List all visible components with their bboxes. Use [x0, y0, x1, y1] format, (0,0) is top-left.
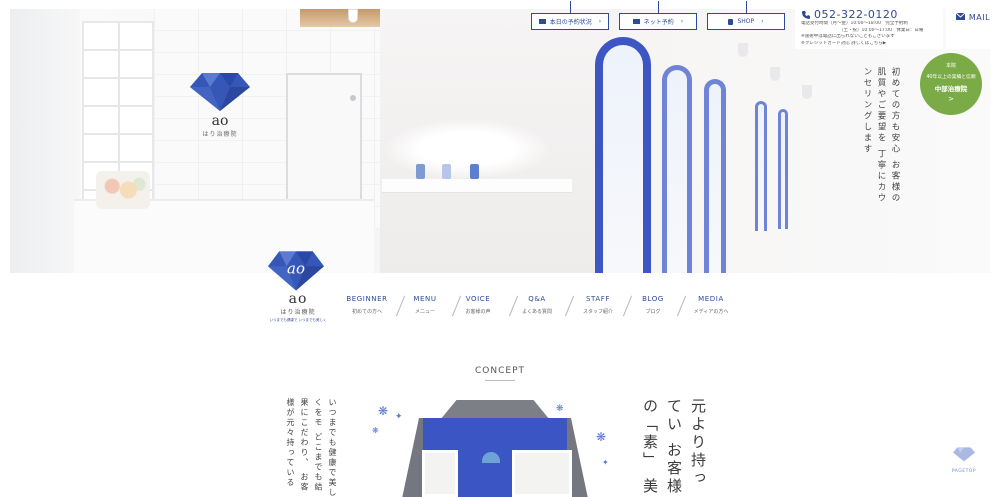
concept-heading: CONCEPT: [475, 366, 525, 376]
button-stem: [570, 1, 571, 14]
hero-pendant-lamp: [770, 67, 780, 81]
reservation-status-button[interactable]: 本日の予約状況 ›: [531, 1, 609, 30]
badge-label-sub: 40年以上の実績と信頼: [926, 75, 976, 80]
sparkle-icon: ❋: [596, 430, 607, 444]
hero-product-item: [416, 164, 425, 179]
pagetop-label: PAGETOP: [951, 469, 977, 474]
hero-product-item: [442, 164, 451, 179]
chevron-right-icon: >: [948, 95, 954, 103]
hero-reception-counter: [74, 199, 374, 273]
hero-ledge: [382, 179, 572, 193]
sparkle-icon: ❋: [372, 426, 379, 435]
pagetop-button[interactable]: PAGETOP: [949, 446, 979, 474]
nav-item-jp: スタッフ紹介: [582, 309, 613, 315]
hero-arch: [755, 101, 767, 231]
nav-item-staff[interactable]: STAFF スタッフ紹介: [570, 295, 626, 315]
chevron-right-icon: ›: [761, 18, 764, 25]
hero-left-wall: [10, 9, 80, 273]
nav-item-en: MENU: [413, 295, 437, 303]
lobby-logo-name: ao: [211, 113, 229, 129]
hero-product-item: [470, 164, 479, 179]
building-roof: [440, 400, 550, 420]
nav-item-en: MEDIA: [698, 295, 724, 303]
badge-label-top: 本院: [945, 63, 956, 69]
lock-icon: [728, 18, 734, 25]
hero-arch: [662, 65, 692, 273]
nav-item-jp: ブログ: [645, 309, 661, 315]
building-awning: [482, 452, 500, 463]
nav-item-jp: お客様の声: [465, 309, 491, 315]
logo-diamond-icon: ao: [268, 249, 328, 291]
phone-icon: [802, 10, 810, 19]
nav-item-blog[interactable]: BLOG ブログ: [625, 295, 681, 315]
shop-button[interactable]: SHOP ›: [707, 1, 785, 30]
global-nav: BEGINNER 初めての方へ MENU メニュー VOICE お客様の声 Q&…: [0, 295, 1000, 319]
hero-arch: [595, 37, 651, 273]
site-logo[interactable]: ao ao はり治療院 いつまでも健康で いつまでも美しく: [268, 249, 328, 339]
hero-doorknob: [350, 95, 356, 101]
hero-arch: [778, 109, 788, 229]
laptop-icon: [632, 19, 640, 24]
reservation-status-label: 本日の予約状況: [549, 19, 592, 26]
pagetop-diamond-icon: [953, 447, 975, 462]
phone-number-text: 052-322-0120: [814, 8, 898, 21]
main-clinic-badge[interactable]: 本院 40年以上の実績と信頼 中部治療院 >: [920, 53, 982, 115]
sparkle-icon: ✦: [395, 412, 403, 422]
nav-item-en: STAFF: [585, 295, 611, 303]
nav-item-jp: 初めての方へ: [351, 309, 382, 315]
button-stem: [658, 1, 659, 14]
nav-item-media[interactable]: MEDIA メディアの方へ: [683, 295, 739, 315]
mail-button[interactable]: MAIL: [946, 5, 1000, 49]
net-reservation-button[interactable]: ネット予約 ›: [619, 1, 697, 30]
badge-clinic-name: 中部治療院: [934, 85, 968, 93]
page: { "header": { "buttons": [ {"label": "本日…: [0, 0, 1000, 497]
hero-flowers: [96, 171, 150, 209]
hero-pendant-lamp: [738, 43, 748, 57]
chevron-right-icon: ›: [598, 18, 602, 25]
mail-icon: [955, 13, 965, 20]
net-reservation-label: ネット予約: [643, 19, 674, 26]
nav-item-voice[interactable]: VOICE お客様の声: [450, 295, 506, 315]
concept-divider: [485, 380, 515, 381]
shop-label: SHOP: [737, 18, 755, 25]
nav-item-beginner[interactable]: BEGINNER 初めての方へ: [339, 295, 395, 315]
nav-item-en: VOICE: [465, 295, 491, 303]
nav-item-jp: メニュー: [414, 309, 435, 315]
building-window: [422, 450, 458, 497]
mail-label: MAIL: [968, 13, 991, 22]
hero-light-glow: [382, 119, 552, 179]
clinic-building-illustration: [400, 400, 590, 497]
hero-vertical-copy: 初めての方も安心 お客様の肌質やご要望を 丁寧にカウンセリングします: [862, 67, 900, 205]
nav-item-qa[interactable]: Q&A よくある質問: [509, 295, 565, 315]
phone-number[interactable]: 052-322-0120: [801, 8, 937, 21]
credit-card-link[interactable]: ※クレジットカード対応 詳しくはこちら▶: [801, 41, 937, 48]
calendar-icon: [538, 19, 546, 24]
concept-body-text: いつまでも健康で美しくをモ どこまでも結果にこだわり、 お客様が元々持っている「…: [286, 398, 337, 497]
building-window: [512, 450, 572, 497]
lobby-logo-subname: はり治療院: [202, 131, 238, 138]
nav-item-jp: よくある質問: [521, 309, 552, 315]
lobby-wall-logo: ao はり治療院: [188, 71, 252, 161]
button-stem: [746, 1, 747, 14]
hero-pendant-lamp: [802, 85, 812, 99]
hero-pendant-lamp: [348, 9, 358, 23]
sparkle-icon: ❋: [556, 404, 564, 414]
hero-arch: [704, 79, 726, 273]
logo-diamond-icon: [190, 71, 250, 111]
chevron-right-icon: ›: [680, 18, 684, 25]
logo-mark-text: ao: [287, 260, 305, 278]
contact-box: 052-322-0120 電話受付時間（月～金）10:00～18:00 完全予約…: [795, 5, 943, 49]
sparkle-icon: ✦: [602, 458, 609, 467]
nav-item-en: BLOG: [642, 295, 664, 303]
nav-item-jp: メディアの方へ: [693, 309, 729, 315]
sparkle-icon: ❋: [378, 404, 389, 418]
nav-item-en: Q&A: [528, 295, 546, 303]
nav-item-menu[interactable]: MENU メニュー: [397, 295, 453, 315]
nav-item-en: BEGINNER: [346, 295, 388, 303]
concept-lead-text: 元より持ってい お客様の「素」 美しさを引き出: [641, 398, 707, 496]
